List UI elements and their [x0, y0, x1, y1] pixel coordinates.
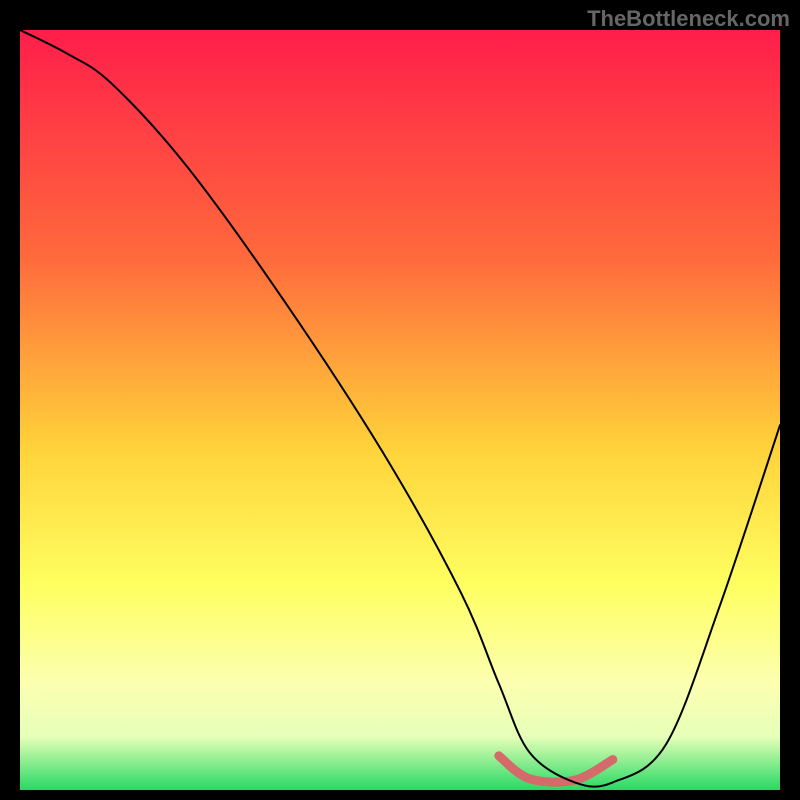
watermark-text: TheBottleneck.com: [587, 6, 790, 32]
gradient-background: [20, 30, 780, 790]
chart-svg: [20, 30, 780, 790]
chart-frame: TheBottleneck.com: [0, 0, 800, 800]
chart-plot-area: [20, 30, 780, 790]
